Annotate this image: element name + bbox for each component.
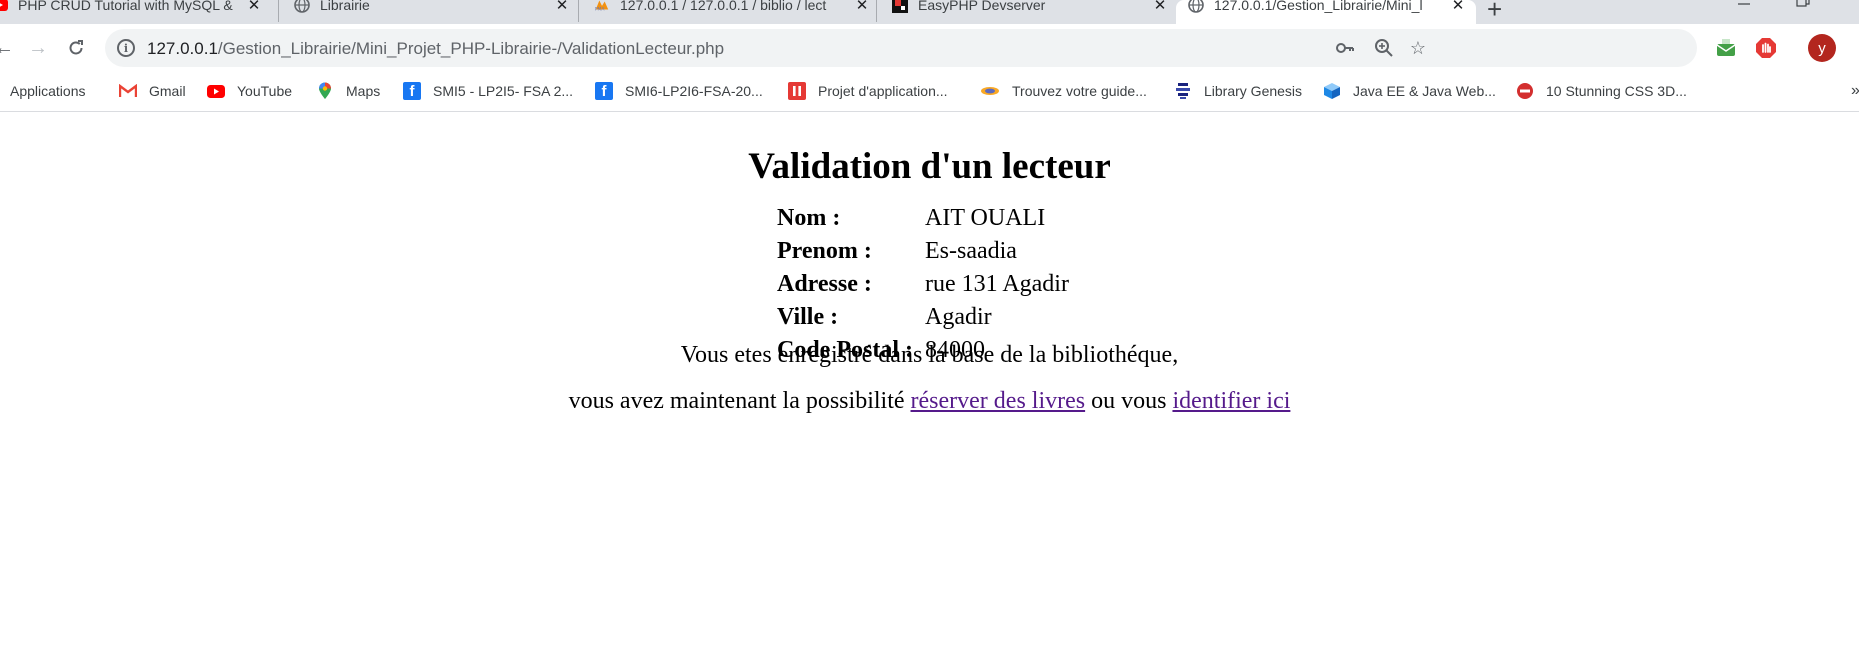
browser-toolbar: ← → i 127.0.0.1/Gestion_Librairie/Mini_P… bbox=[0, 24, 1859, 72]
easyphp-icon bbox=[892, 0, 908, 13]
apps-grid-icon bbox=[0, 82, 2, 100]
next-steps-message: vous avez maintenant la possibilité rése… bbox=[0, 388, 1859, 415]
bookmark-trouvez[interactable]: Trouvez votre guide... bbox=[980, 80, 1147, 102]
close-icon[interactable]: ✕ bbox=[246, 0, 262, 14]
youtube-icon bbox=[0, 0, 8, 13]
new-tab-button[interactable]: + bbox=[1487, 0, 1502, 25]
url-text[interactable]: 127.0.0.1/Gestion_Librairie/Mini_Projet_… bbox=[147, 39, 724, 59]
youtube-icon bbox=[207, 82, 225, 100]
message-middle: ou vous bbox=[1085, 388, 1173, 414]
phpmyadmin-icon: PMA bbox=[594, 0, 610, 13]
message-prefix: vous avez maintenant la possibilité bbox=[568, 388, 911, 414]
field-value: Es-saadia bbox=[925, 238, 1017, 264]
bookmark-applications[interactable]: Applications bbox=[0, 80, 86, 102]
globe-icon bbox=[1188, 0, 1204, 13]
gmail-icon bbox=[119, 82, 137, 100]
field-value: AIT OUALI bbox=[925, 205, 1046, 231]
bookmark-label: Applications bbox=[10, 83, 86, 99]
back-icon[interactable]: ← bbox=[0, 36, 16, 60]
page-title: Validation d'un lecteur bbox=[748, 146, 1111, 187]
field-value: rue 131 Agadir bbox=[925, 271, 1069, 297]
url-host: 127.0.0.1 bbox=[147, 39, 218, 58]
field-label: Prenom : bbox=[777, 238, 872, 264]
tab-title: 127.0.0.1/Gestion_Librairie/Mini_l bbox=[1214, 0, 1423, 13]
tab-librairie[interactable]: Librairie ✕ bbox=[294, 0, 570, 24]
field-label: Ville : bbox=[777, 304, 839, 330]
facebook-icon: f bbox=[595, 82, 613, 100]
confirmation-message: Vous etes enregistré dans la base de la … bbox=[680, 342, 1179, 368]
field-label: Nom : bbox=[777, 205, 841, 231]
field-label: Adresse : bbox=[777, 271, 872, 297]
bookmark-label: Library Genesis bbox=[1204, 83, 1303, 99]
globe-icon bbox=[294, 0, 310, 13]
table-row: Adresse : rue 131 Agadir bbox=[776, 269, 1070, 300]
reload-icon[interactable] bbox=[64, 36, 88, 60]
reserve-books-link[interactable]: réserver des livres bbox=[911, 388, 1086, 414]
no-entry-icon bbox=[1516, 82, 1534, 100]
close-icon[interactable]: ✕ bbox=[1152, 0, 1168, 14]
bookmark-smi6[interactable]: f SMI6-LP2I6-FSA-20... bbox=[595, 80, 763, 102]
svg-text:PMA: PMA bbox=[595, 6, 605, 12]
url-path: /Gestion_Librairie/Mini_Projet_PHP-Libra… bbox=[217, 39, 725, 58]
bookmark-gmail[interactable]: Gmail bbox=[119, 80, 186, 102]
bookmark-css3d[interactable]: 10 Stunning CSS 3D... bbox=[1516, 80, 1687, 102]
bookmark-label: Maps bbox=[346, 83, 381, 99]
tab-strip: PHP CRUD Tutorial with MySQL & ✕ Librair… bbox=[0, 0, 1859, 24]
bookmark-label: Trouvez votre guide... bbox=[1012, 83, 1147, 99]
bookmark-youtube[interactable]: YouTube bbox=[207, 80, 292, 102]
bookmark-label: SMI5 - LP2I5- FSA 2... bbox=[433, 83, 574, 99]
restore-icon[interactable] bbox=[1796, 0, 1810, 11]
tab-easyphp[interactable]: EasyPHP Devserver ✕ bbox=[892, 0, 1168, 24]
key-icon[interactable] bbox=[1335, 38, 1355, 58]
bookmark-maps[interactable]: Maps bbox=[316, 80, 380, 102]
bookmark-label: Projet d'application... bbox=[818, 83, 948, 99]
table-row: Prenom : Es-saadia bbox=[776, 236, 1070, 267]
tab-title: PHP CRUD Tutorial with MySQL & bbox=[18, 0, 233, 13]
extension-mail-icon[interactable] bbox=[1714, 36, 1738, 60]
identify-link[interactable]: identifier ici bbox=[1172, 388, 1290, 414]
bookmark-java-ee[interactable]: Java EE & Java Web... bbox=[1323, 80, 1496, 102]
address-bar[interactable]: i 127.0.0.1/Gestion_Librairie/Mini_Proje… bbox=[105, 29, 1697, 67]
bookmarks-bar: Applications Gmail YouTube Maps f SMI5 -… bbox=[0, 72, 1859, 112]
field-value: Agadir bbox=[925, 304, 992, 330]
bookmark-label: SMI6-LP2I6-FSA-20... bbox=[625, 83, 763, 99]
close-icon[interactable]: ✕ bbox=[554, 0, 570, 14]
zoom-icon[interactable] bbox=[1374, 38, 1394, 58]
forward-icon[interactable]: → bbox=[26, 36, 50, 60]
tab-title: EasyPHP Devserver bbox=[918, 0, 1046, 13]
bookmark-label: 10 Stunning CSS 3D... bbox=[1546, 83, 1687, 99]
page-content: Validation d'un lecteur Nom : AIT OUALI … bbox=[0, 113, 1859, 655]
tab-validation-lecteur[interactable]: 127.0.0.1/Gestion_Librairie/Mini_l ✕ bbox=[1176, 0, 1476, 24]
site-info-icon[interactable]: i bbox=[117, 39, 135, 57]
star-bookmark-icon[interactable]: ☆ bbox=[1408, 38, 1428, 58]
bookmark-label: YouTube bbox=[237, 83, 293, 99]
maps-pin-icon bbox=[316, 82, 334, 100]
profile-avatar[interactable]: y bbox=[1808, 34, 1836, 62]
close-icon[interactable]: ✕ bbox=[1450, 0, 1466, 14]
tab-title: Librairie bbox=[320, 0, 370, 13]
pause-icon bbox=[788, 82, 806, 100]
table-row: Nom : AIT OUALI bbox=[776, 203, 1070, 234]
bookmark-projet[interactable]: Projet d'application... bbox=[788, 80, 948, 102]
guide-icon bbox=[980, 82, 1000, 100]
extension-adblock-icon[interactable] bbox=[1754, 36, 1778, 60]
bookmark-label: Gmail bbox=[149, 83, 186, 99]
java-cube-icon bbox=[1323, 82, 1341, 100]
library-genesis-icon bbox=[1174, 82, 1192, 100]
minimize-icon[interactable] bbox=[1737, 0, 1751, 11]
facebook-icon: f bbox=[403, 82, 421, 100]
tab-php-crud[interactable]: PHP CRUD Tutorial with MySQL & ✕ bbox=[0, 0, 262, 24]
bookmark-label: Java EE & Java Web... bbox=[1353, 83, 1496, 99]
close-icon[interactable]: ✕ bbox=[854, 0, 870, 14]
bookmarks-overflow-button[interactable]: » bbox=[1851, 82, 1859, 100]
bookmark-library-genesis[interactable]: Library Genesis bbox=[1174, 80, 1302, 102]
bookmark-smi5[interactable]: f SMI5 - LP2I5- FSA 2... bbox=[403, 80, 573, 102]
tab-phpmyadmin[interactable]: PMA 127.0.0.1 / 127.0.0.1 / biblio / lec… bbox=[594, 0, 870, 24]
table-row: Ville : Agadir bbox=[776, 302, 1070, 333]
tab-title: 127.0.0.1 / 127.0.0.1 / biblio / lect bbox=[620, 0, 827, 13]
